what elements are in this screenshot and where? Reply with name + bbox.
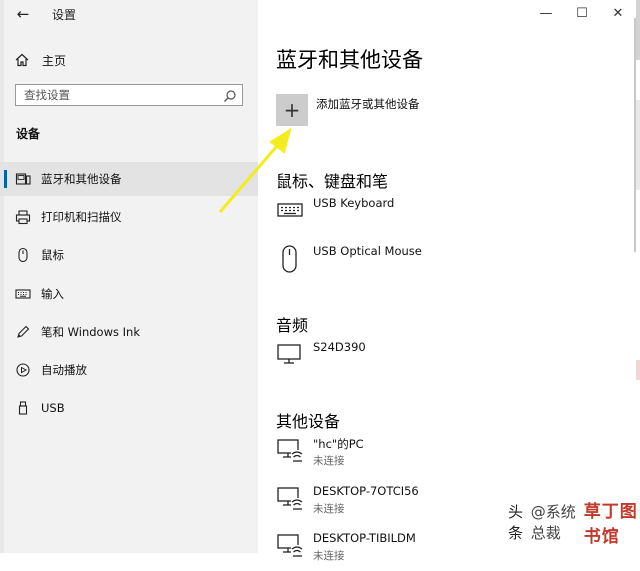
plus-icon: + <box>283 98 301 122</box>
search-input[interactable] <box>24 87 214 103</box>
page-title: 蓝牙和其他设备 <box>276 48 423 72</box>
mouse-icon <box>15 247 31 263</box>
sidebar-item-usb[interactable]: USB <box>0 391 258 425</box>
pen-icon <box>15 324 31 340</box>
search-box[interactable] <box>15 84 243 106</box>
minimize-button[interactable]: — <box>536 4 556 24</box>
device-status: 未连接 <box>313 503 345 515</box>
window-title: 设置 <box>52 8 77 22</box>
device-status: 未连接 <box>313 455 345 467</box>
watermark-handle: @系统总裁 <box>530 503 576 542</box>
device-name: "hc"的PC <box>313 437 364 451</box>
close-button[interactable]: ✕ <box>608 4 628 24</box>
sidebar-item-label: 蓝牙和其他设备 <box>41 172 122 186</box>
settings-content: — ☐ ✕ 蓝牙和其他设备 + 添加蓝牙或其他设备 鼠标、键盘和笔 USB Ke… <box>258 0 640 562</box>
sidebar-item-label: 自动播放 <box>41 363 87 377</box>
sidebar-item-printers[interactable]: 打印机和扫描仪 <box>0 200 258 234</box>
bluetooth-devices-icon <box>15 171 31 187</box>
device-name: USB Optical Mouse <box>313 244 422 258</box>
section-title-other-devices: 其他设备 <box>276 412 341 431</box>
keyboard-icon <box>276 196 306 226</box>
network-pc-icon <box>276 484 306 514</box>
sidebar-item-typing[interactable]: 输入 <box>0 277 258 311</box>
sidebar-item-label: 笔和 Windows Ink <box>41 325 140 339</box>
monitor-icon <box>276 340 306 370</box>
autoplay-icon <box>15 362 31 378</box>
add-device-label[interactable]: 添加蓝牙或其他设备 <box>316 96 420 112</box>
section-title-input-devices: 鼠标、键盘和笔 <box>276 172 389 191</box>
device-name: S24D390 <box>313 340 366 354</box>
sidebar-item-pen[interactable]: 笔和 Windows Ink <box>0 315 258 349</box>
background-window-edge <box>636 0 640 553</box>
section-title-audio: 音频 <box>276 316 309 335</box>
back-arrow-icon[interactable]: ← <box>14 5 32 23</box>
device-name: DESKTOP-7OTCI56 <box>313 484 419 498</box>
sidebar-item-autoplay[interactable]: 自动播放 <box>0 353 258 387</box>
home-label: 主页 <box>42 53 67 68</box>
search-icon[interactable] <box>223 88 237 102</box>
sidebar-section-title: 设备 <box>16 127 41 141</box>
maximize-button[interactable]: ☐ <box>572 4 592 24</box>
home-icon <box>14 52 30 68</box>
watermark-stamp: 草丁图书馆 <box>583 502 638 547</box>
network-pc-icon <box>276 531 306 561</box>
keyboard-icon <box>15 286 31 302</box>
mouse-icon <box>276 244 306 274</box>
sidebar-item-bluetooth[interactable]: 蓝牙和其他设备 <box>0 162 258 196</box>
watermark-prefix: 头条 <box>508 503 524 542</box>
network-pc-icon <box>276 436 306 466</box>
watermark: 头条 @系统总裁 草丁图书馆 <box>508 502 640 547</box>
sidebar-item-label: USB <box>41 401 65 415</box>
usb-icon <box>15 400 31 416</box>
sidebar-item-label: 鼠标 <box>41 248 64 262</box>
home-nav-item[interactable]: 主页 <box>14 50 66 70</box>
sidebar-item-label: 输入 <box>41 287 64 301</box>
device-name: DESKTOP-TIBILDM <box>313 531 416 545</box>
add-device-button[interactable]: + <box>276 94 308 126</box>
settings-sidebar: ← 设置 主页 设备 蓝牙和其他设备 打印机和扫描仪 鼠标 <box>0 0 258 553</box>
device-name: USB Keyboard <box>313 196 395 210</box>
printer-icon <box>15 209 31 225</box>
device-status: 未连接 <box>313 550 345 562</box>
sidebar-item-mouse[interactable]: 鼠标 <box>0 238 258 272</box>
sidebar-item-label: 打印机和扫描仪 <box>41 210 122 224</box>
